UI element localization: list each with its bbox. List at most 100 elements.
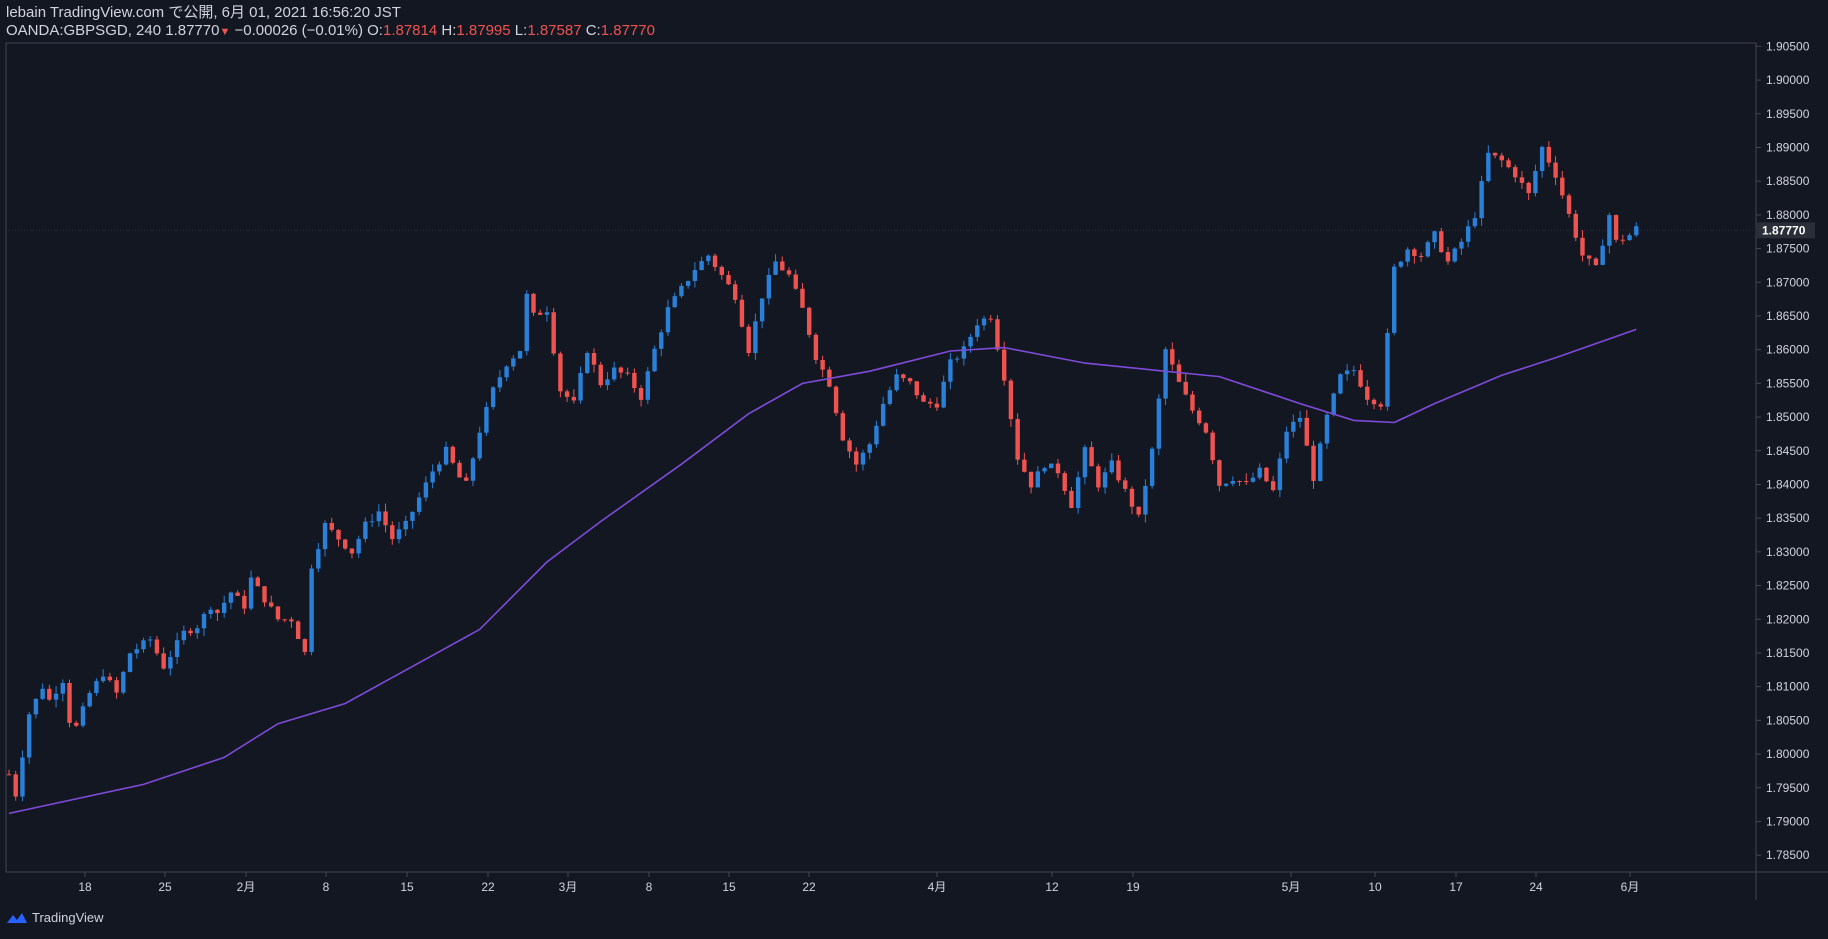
candle-body [356, 538, 361, 554]
candle [26, 712, 32, 764]
candle [1318, 441, 1323, 482]
candle [369, 513, 375, 527]
candle [87, 690, 92, 708]
x-tick-label: 8 [646, 880, 653, 894]
candle-body [1479, 181, 1484, 219]
candle-body [383, 511, 388, 526]
candle-body [551, 312, 556, 354]
candle [1277, 452, 1283, 498]
candle [1358, 364, 1363, 388]
candle [1149, 446, 1155, 489]
candle [928, 398, 933, 409]
candle-body [1425, 242, 1431, 257]
candle [652, 345, 657, 372]
candle-body [1136, 506, 1141, 515]
candle-body [511, 358, 516, 367]
candle-body [336, 529, 341, 540]
candle-body [161, 653, 166, 669]
candle [1573, 209, 1578, 242]
candles-layer [6, 141, 1639, 802]
candle-body [1371, 399, 1377, 405]
y-tick-label: 1.85000 [1766, 410, 1810, 424]
candle-body [208, 609, 213, 614]
candle-body [322, 522, 328, 550]
candle-body [1069, 490, 1074, 508]
candle-body [1627, 235, 1632, 241]
candle-body [948, 359, 953, 382]
x-tick-label: 4月 [928, 880, 947, 894]
candle-body [645, 371, 651, 400]
candle-body [349, 548, 355, 554]
candle [1223, 483, 1229, 488]
candle [1049, 463, 1054, 469]
candle-body [538, 312, 543, 315]
candle-body [766, 274, 772, 299]
candle-body [968, 336, 973, 347]
candle-body [1365, 386, 1370, 400]
y-tick-label: 1.87500 [1766, 242, 1810, 256]
candle-body [1593, 258, 1599, 265]
candle [827, 366, 832, 388]
candle [255, 576, 260, 587]
candle [504, 365, 509, 382]
candle-body [1163, 349, 1168, 399]
candle [168, 650, 173, 676]
candle [1022, 452, 1027, 473]
candle-body [659, 332, 664, 349]
candle [1445, 246, 1451, 265]
candle-body [934, 403, 940, 408]
candle-body [813, 334, 819, 360]
candle [773, 254, 778, 276]
candle [1613, 214, 1619, 243]
candle [1136, 506, 1141, 518]
candle-body [625, 372, 630, 374]
candle-body [1553, 162, 1558, 178]
candle [954, 356, 960, 363]
price-axis: 1.90500 1.90000 1.89500 1.89000 1.88500 1.880… [1756, 39, 1810, 862]
candle [1176, 359, 1182, 383]
candle-body [1526, 182, 1531, 194]
y-tick-label: 1.84500 [1766, 444, 1810, 458]
candle-body [215, 609, 220, 613]
candle [1546, 141, 1552, 167]
candle [1257, 463, 1262, 480]
candle [578, 366, 583, 404]
candle [1183, 373, 1188, 396]
candle-body [1459, 241, 1464, 249]
candle-body [1015, 419, 1020, 460]
candle-body [457, 462, 462, 478]
candle [13, 770, 18, 801]
candle-body [1049, 463, 1054, 469]
candle-body [1573, 213, 1578, 238]
candle [1291, 414, 1296, 438]
candle-body [571, 396, 577, 401]
candle [1109, 453, 1114, 475]
price-chart[interactable]: 1.90500 1.90000 1.89500 1.89000 1.88500 1.880… [0, 0, 1828, 939]
x-tick-label: 19 [1126, 880, 1140, 894]
candle-body [148, 639, 153, 641]
candle-body [127, 653, 133, 672]
candle-body [712, 255, 718, 267]
candle [188, 628, 193, 637]
candle-body [107, 676, 113, 681]
candle [1338, 373, 1343, 395]
candle-body [847, 440, 852, 452]
candle-body [1338, 374, 1343, 394]
candle-body [1324, 414, 1330, 444]
candle [907, 377, 913, 385]
candle-body [396, 529, 402, 540]
candle-body [706, 255, 711, 262]
candle [201, 611, 207, 637]
candle-body [753, 321, 758, 353]
footer-brand[interactable]: TradingView [6, 910, 104, 925]
candle-body [726, 274, 731, 285]
candle [995, 315, 1000, 352]
candle-body [181, 630, 187, 641]
tradingview-logo-icon [7, 912, 27, 923]
candle-body [544, 312, 550, 315]
candle-body [585, 353, 590, 374]
candle-body [961, 346, 967, 359]
candle [403, 515, 408, 537]
candle-body [302, 639, 308, 652]
candle [786, 267, 792, 277]
